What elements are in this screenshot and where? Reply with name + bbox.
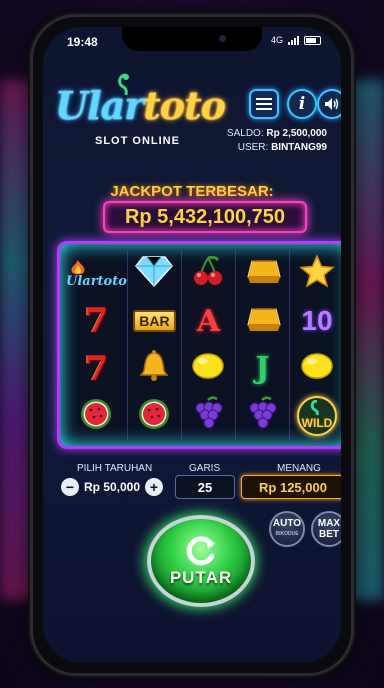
reel-cell: [128, 345, 182, 393]
reel-cell: [236, 297, 290, 345]
brand-subtitle: SLOT ONLINE: [95, 135, 180, 147]
camera-icon: [219, 35, 226, 42]
ten-symbol: 10: [301, 305, 333, 337]
fire-icon: [71, 259, 85, 274]
bet-increase-button[interactable]: +: [145, 478, 163, 496]
reel-cell: [66, 392, 128, 440]
app-header: Ulartoto SLOT ONLINE i SALDO: Rp 2,500,0: [43, 73, 341, 169]
app-screen: 19:48 4G Ulartoto SLOT ONLINE i SALDO: R…: [43, 27, 341, 663]
wild-symbol: WILD: [296, 396, 337, 437]
reel-cell: [182, 250, 236, 298]
reel-cell: [290, 250, 341, 298]
user-label: USER:: [237, 142, 269, 153]
bet-label: PILIH TARUHAN: [77, 463, 153, 474]
j-symbol: J: [255, 351, 270, 387]
reel-cell: A: [182, 297, 236, 345]
grapes-icon: [244, 396, 280, 437]
lemon-icon: [190, 351, 226, 386]
reel-cell: [128, 392, 182, 440]
reel-cell: [236, 250, 290, 298]
sound-button[interactable]: [317, 89, 341, 119]
snake-icon: [310, 400, 319, 416]
user-value: BINTANG99: [271, 142, 327, 153]
max-bet-label: MAX BET: [317, 518, 341, 540]
reel-cell: [290, 345, 341, 393]
reel-cell: J: [236, 345, 290, 393]
refresh-icon: [186, 536, 215, 566]
cherry-icon: [191, 254, 225, 293]
star-icon: [299, 254, 335, 293]
user-row: USER: BINTANG99: [227, 141, 327, 155]
info-button[interactable]: i: [287, 89, 317, 119]
reel-cell: 7: [66, 345, 128, 393]
bar-symbol: BAR: [133, 310, 176, 333]
spin-label: PUTAR: [169, 568, 233, 587]
balance-row: SALDO: Rp 2,500,000: [227, 127, 327, 141]
logo-symbol: Ulartoto: [66, 259, 127, 288]
bet-decrease-button[interactable]: −: [61, 478, 79, 496]
lemon-icon: [299, 351, 335, 386]
phone-notch: [122, 27, 262, 51]
logo-part-1: Ular: [55, 83, 144, 128]
watermelon-icon: [135, 397, 173, 436]
seven-symbol: 7: [84, 301, 109, 342]
watermelon-icon: [77, 397, 115, 436]
account-info: SALDO: Rp 2,500,000 USER: BINTANG99: [227, 127, 327, 155]
reel-cell: 7: [66, 297, 128, 345]
reel-cell: [182, 392, 236, 440]
logo-part-2: toto: [143, 83, 226, 128]
battery-icon: [304, 35, 321, 45]
win-value: Rp 125,000: [241, 475, 341, 499]
menu-button[interactable]: [249, 89, 279, 119]
brand-logo: Ulartoto: [55, 83, 226, 128]
gold-bar-icon: [242, 305, 282, 338]
reel-cell: 10: [290, 298, 341, 346]
reel-cell: [128, 250, 182, 298]
wild-label: WILD: [301, 416, 333, 431]
reel-cell: [236, 392, 290, 440]
seven-symbol: 7: [84, 348, 109, 389]
slot-reels: Ulartoto 7 BAR A 10 7 J WILD: [57, 241, 341, 449]
a-symbol: A: [196, 303, 221, 339]
jackpot-amount: Rp 5,432,100,750: [103, 201, 307, 233]
auto-spin-button[interactable]: AUTO BIKODUE: [269, 511, 305, 547]
reel-grid: Ulartoto 7 BAR A 10 7 J WILD: [66, 250, 341, 440]
signal-icon: [288, 35, 299, 45]
lines-value: 25: [175, 475, 235, 499]
diamond-icon: [135, 255, 174, 292]
bet-control: − Rp 50,000 +: [61, 475, 163, 499]
reel-cell: [182, 345, 236, 393]
max-bet-button[interactable]: MAX BET: [311, 511, 341, 547]
balance-value: Rp 2,500,000: [266, 128, 327, 139]
reel-cell: WILD: [290, 393, 341, 441]
status-time: 19:48: [67, 35, 98, 49]
gold-bar-icon: [242, 257, 282, 290]
reel-cell: BAR: [128, 297, 182, 345]
phone-frame: 19:48 4G Ulartoto SLOT ONLINE i SALDO: R…: [30, 14, 354, 676]
lines-label: GARIS: [189, 463, 221, 474]
win-label: MENANG: [277, 463, 321, 474]
auto-sub-label: BIKODUE: [275, 531, 299, 537]
balance-label: SALDO:: [226, 128, 264, 139]
info-icon: i: [298, 94, 306, 114]
grapes-icon: [190, 396, 226, 437]
spin-button[interactable]: PUTAR: [147, 515, 255, 607]
auto-label: AUTO: [272, 518, 302, 529]
speaker-icon: [325, 98, 339, 110]
hamburger-icon: [256, 98, 272, 110]
bell-icon: [137, 349, 171, 388]
reel-cell: Ulartoto: [66, 250, 128, 298]
network-label: 4G: [270, 35, 283, 45]
jackpot-title: JACKPOT TERBESAR:: [110, 183, 274, 200]
bet-value: Rp 50,000: [83, 480, 141, 494]
